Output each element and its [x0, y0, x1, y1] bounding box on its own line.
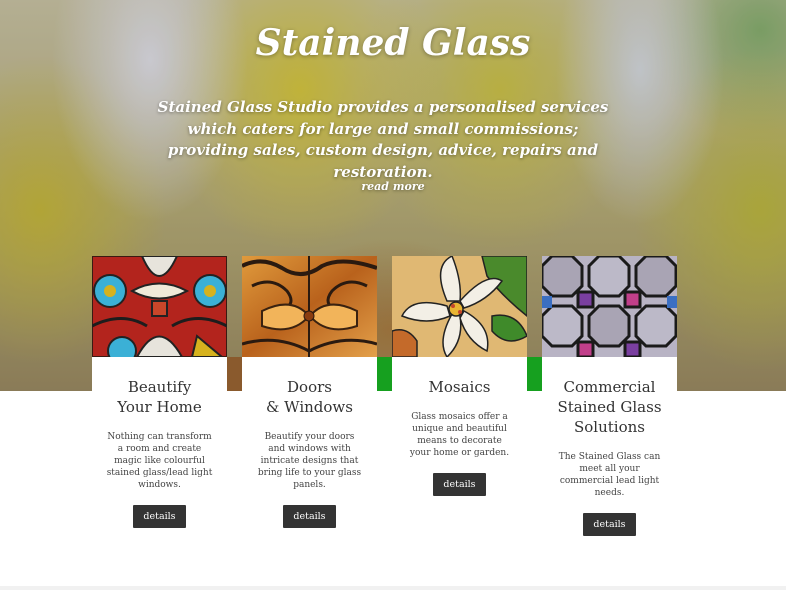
card-title-line: & Windows: [266, 398, 353, 416]
card-title: Doors & Windows: [242, 377, 377, 417]
card-image-doors: [242, 256, 377, 357]
card-body: Mosaics Glass mosaics offer a unique and…: [392, 357, 527, 537]
service-card-mosaics: Mosaics Glass mosaics offer a unique and…: [392, 256, 527, 537]
geometric-leadlight-glass-image: [542, 256, 677, 357]
hero-description: Stained Glass Studio provides a personal…: [157, 98, 609, 181]
card-image-mosaics: [392, 256, 527, 357]
background-strip: [377, 357, 392, 391]
card-title: Mosaics: [392, 377, 527, 397]
card-body: Beautify Your Home Nothing can transform…: [92, 357, 227, 537]
card-image-commercial: [542, 256, 677, 357]
card-title: Commercial Stained Glass Solutions: [542, 377, 677, 437]
card-title-line: Doors: [287, 378, 332, 396]
card-image-floral: [92, 256, 227, 357]
details-button[interactable]: details: [133, 505, 186, 528]
details-button[interactable]: details: [583, 513, 636, 536]
card-body: Doors & Windows Beautify your doors and …: [242, 357, 377, 537]
service-card-doors-windows: Doors & Windows Beautify your doors and …: [242, 256, 377, 537]
details-button[interactable]: details: [283, 505, 336, 528]
card-description: Beautify your doors and windows with int…: [257, 432, 362, 490]
card-title-line: Commercial: [563, 378, 656, 396]
background-strip: [227, 357, 242, 391]
card-body: Commercial Stained Glass Solutions The S…: [542, 357, 677, 537]
footer-divider: [0, 586, 786, 590]
service-card-commercial: Commercial Stained Glass Solutions The S…: [542, 256, 677, 537]
details-button[interactable]: details: [433, 473, 486, 496]
amber-door-stained-glass-image: [242, 256, 377, 357]
card-title-line: Beautify: [127, 378, 192, 396]
card-description: Glass mosaics offer a unique and beautif…: [409, 412, 510, 458]
card-description: Nothing can transform a room and create …: [106, 432, 213, 490]
read-more-link[interactable]: read more: [0, 180, 786, 193]
page-title: Stained Glass: [255, 22, 531, 64]
service-card-beautify-home: Beautify Your Home Nothing can transform…: [92, 256, 227, 537]
lily-mosaic-glass-image: [392, 256, 527, 357]
card-title-line: Solutions: [574, 418, 645, 436]
card-description: The Stained Glass can meet all your comm…: [558, 452, 661, 498]
floral-stained-glass-image: [92, 256, 227, 357]
card-title-line: Stained Glass: [557, 398, 662, 416]
card-title-line: Your Home: [117, 398, 202, 416]
card-title: Beautify Your Home: [92, 377, 227, 417]
background-strip: [527, 357, 542, 391]
card-title-line: Mosaics: [428, 378, 491, 396]
